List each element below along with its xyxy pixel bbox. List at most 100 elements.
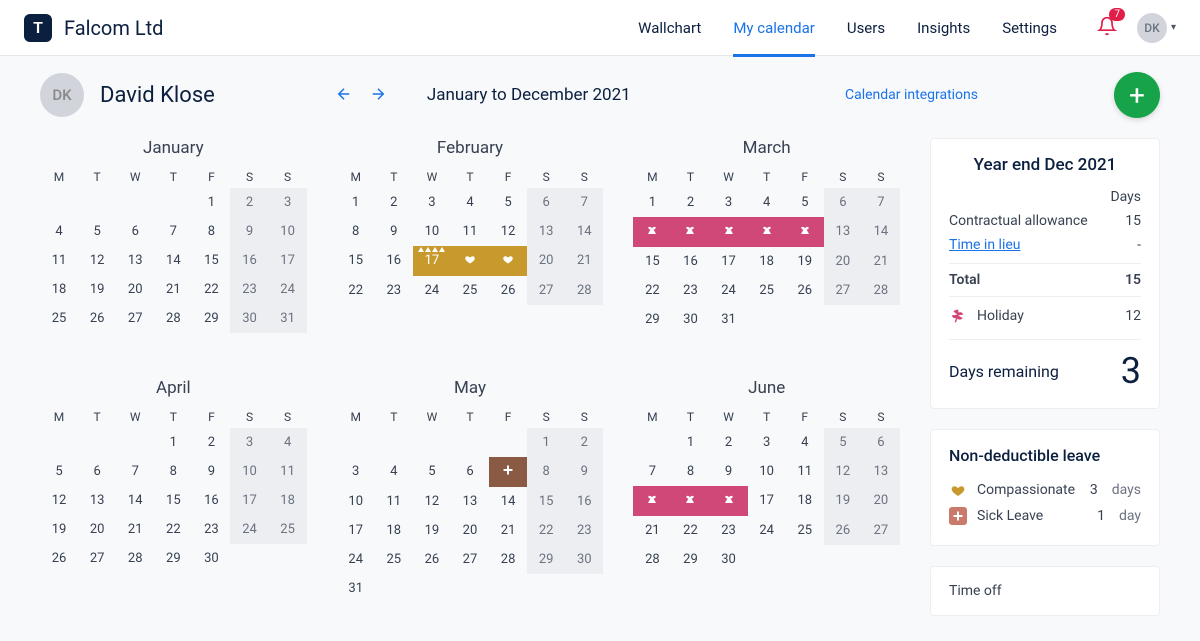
nav-wallchart[interactable]: Wallchart bbox=[638, 19, 701, 57]
day-cell[interactable]: 15 bbox=[633, 247, 671, 276]
day-cell[interactable]: 6 bbox=[451, 457, 489, 487]
day-cell[interactable]: 22 bbox=[527, 516, 565, 545]
day-cell[interactable]: 12 bbox=[413, 487, 451, 516]
day-cell[interactable]: 18 bbox=[786, 486, 824, 516]
nav-my-calendar[interactable]: My calendar bbox=[733, 19, 815, 57]
day-cell[interactable]: 24 bbox=[413, 276, 451, 305]
day-cell[interactable]: 5 bbox=[489, 188, 527, 217]
day-cell[interactable]: 3 bbox=[269, 188, 307, 217]
day-cell[interactable]: 27 bbox=[527, 276, 565, 305]
day-cell[interactable]: 6 bbox=[116, 217, 154, 246]
day-cell[interactable]: 8 bbox=[527, 457, 565, 487]
day-cell[interactable]: 7 bbox=[116, 457, 154, 486]
day-cell[interactable] bbox=[671, 486, 709, 516]
day-cell[interactable]: 14 bbox=[565, 217, 603, 246]
day-cell[interactable]: 4 bbox=[375, 457, 413, 487]
day-cell[interactable]: 7 bbox=[565, 188, 603, 217]
day-cell[interactable]: 1 bbox=[671, 428, 709, 457]
day-cell[interactable]: 1 bbox=[337, 188, 375, 217]
day-cell[interactable]: 2 bbox=[192, 428, 230, 457]
day-cell[interactable]: 10 bbox=[337, 487, 375, 516]
day-cell[interactable]: 17 bbox=[269, 246, 307, 275]
day-cell[interactable]: 20 bbox=[527, 246, 565, 276]
day-cell[interactable]: 7 bbox=[633, 457, 671, 486]
day-cell[interactable]: 1 bbox=[527, 428, 565, 457]
day-cell[interactable]: 21 bbox=[489, 516, 527, 545]
day-cell[interactable]: 29 bbox=[192, 304, 230, 333]
day-cell[interactable]: 6 bbox=[527, 188, 565, 217]
day-cell[interactable]: 10 bbox=[230, 457, 268, 486]
nav-insights[interactable]: Insights bbox=[917, 19, 970, 57]
day-cell[interactable]: 4 bbox=[748, 188, 786, 217]
day-cell[interactable]: 2 bbox=[565, 428, 603, 457]
day-cell[interactable]: 1 bbox=[154, 428, 192, 457]
day-cell[interactable]: 21 bbox=[116, 515, 154, 544]
day-cell[interactable]: 23 bbox=[192, 515, 230, 544]
day-cell[interactable]: 28 bbox=[489, 545, 527, 574]
day-cell[interactable]: 22 bbox=[337, 276, 375, 305]
day-cell[interactable]: 13 bbox=[116, 246, 154, 275]
day-cell[interactable]: 19 bbox=[40, 515, 78, 544]
day-cell[interactable]: 28 bbox=[633, 545, 671, 574]
day-cell[interactable]: 20 bbox=[451, 516, 489, 545]
day-cell[interactable]: 19 bbox=[78, 275, 116, 304]
day-cell[interactable]: 31 bbox=[269, 304, 307, 333]
day-cell[interactable]: 21 bbox=[633, 516, 671, 545]
day-cell[interactable]: 21 bbox=[565, 246, 603, 276]
day-cell[interactable]: 10 bbox=[748, 457, 786, 486]
day-cell[interactable]: 25 bbox=[786, 516, 824, 545]
day-cell[interactable]: 30 bbox=[230, 304, 268, 333]
day-cell[interactable] bbox=[633, 217, 671, 247]
day-cell[interactable]: 13 bbox=[824, 217, 862, 247]
day-cell[interactable]: 24 bbox=[748, 516, 786, 545]
day-cell[interactable]: 13 bbox=[78, 486, 116, 515]
day-cell[interactable]: 5 bbox=[40, 457, 78, 486]
day-cell[interactable]: 31 bbox=[710, 305, 748, 334]
next-year-button[interactable] bbox=[365, 81, 391, 110]
day-cell[interactable]: 18 bbox=[269, 486, 307, 515]
day-cell[interactable]: 19 bbox=[824, 486, 862, 516]
day-cell[interactable]: 11 bbox=[375, 487, 413, 516]
day-cell[interactable]: 11 bbox=[269, 457, 307, 486]
day-cell[interactable]: 12 bbox=[489, 217, 527, 246]
day-cell[interactable]: 7 bbox=[154, 217, 192, 246]
day-cell[interactable]: 29 bbox=[671, 545, 709, 574]
day-cell[interactable]: 6 bbox=[862, 428, 900, 457]
day-cell[interactable]: 10 bbox=[413, 217, 451, 246]
day-cell[interactable]: 9 bbox=[710, 457, 748, 486]
day-cell[interactable]: 8 bbox=[671, 457, 709, 486]
day-cell[interactable]: 12 bbox=[78, 246, 116, 275]
day-cell[interactable]: 20 bbox=[862, 486, 900, 516]
day-cell[interactable]: 12 bbox=[824, 457, 862, 486]
day-cell[interactable]: 17 bbox=[413, 246, 451, 276]
day-cell[interactable]: 26 bbox=[824, 516, 862, 545]
day-cell[interactable]: 15 bbox=[337, 246, 375, 276]
day-cell[interactable]: 28 bbox=[116, 544, 154, 573]
day-cell[interactable] bbox=[710, 217, 748, 247]
day-cell[interactable]: 16 bbox=[230, 246, 268, 275]
day-cell[interactable]: 18 bbox=[40, 275, 78, 304]
day-cell[interactable]: 6 bbox=[78, 457, 116, 486]
day-cell[interactable]: 10 bbox=[269, 217, 307, 246]
day-cell[interactable]: 24 bbox=[337, 545, 375, 574]
day-cell[interactable]: 22 bbox=[154, 515, 192, 544]
day-cell[interactable]: 20 bbox=[78, 515, 116, 544]
day-cell[interactable]: 29 bbox=[633, 305, 671, 334]
day-cell[interactable]: 15 bbox=[527, 487, 565, 516]
calendar-integrations-link[interactable]: Calendar integrations bbox=[845, 87, 978, 103]
user-menu[interactable]: DK ▾ bbox=[1137, 13, 1176, 43]
day-cell[interactable]: 3 bbox=[710, 188, 748, 217]
day-cell[interactable]: 25 bbox=[375, 545, 413, 574]
day-cell[interactable]: 27 bbox=[78, 544, 116, 573]
day-cell[interactable]: 25 bbox=[269, 515, 307, 544]
day-cell[interactable]: 29 bbox=[154, 544, 192, 573]
day-cell[interactable] bbox=[489, 246, 527, 276]
day-cell[interactable]: 3 bbox=[413, 188, 451, 217]
day-cell[interactable]: 31 bbox=[337, 574, 375, 603]
day-cell[interactable]: 16 bbox=[671, 247, 709, 276]
day-cell[interactable]: 26 bbox=[413, 545, 451, 574]
day-cell[interactable]: 25 bbox=[748, 276, 786, 305]
day-cell[interactable] bbox=[748, 217, 786, 247]
day-cell[interactable]: 14 bbox=[862, 217, 900, 247]
day-cell[interactable]: 26 bbox=[40, 544, 78, 573]
